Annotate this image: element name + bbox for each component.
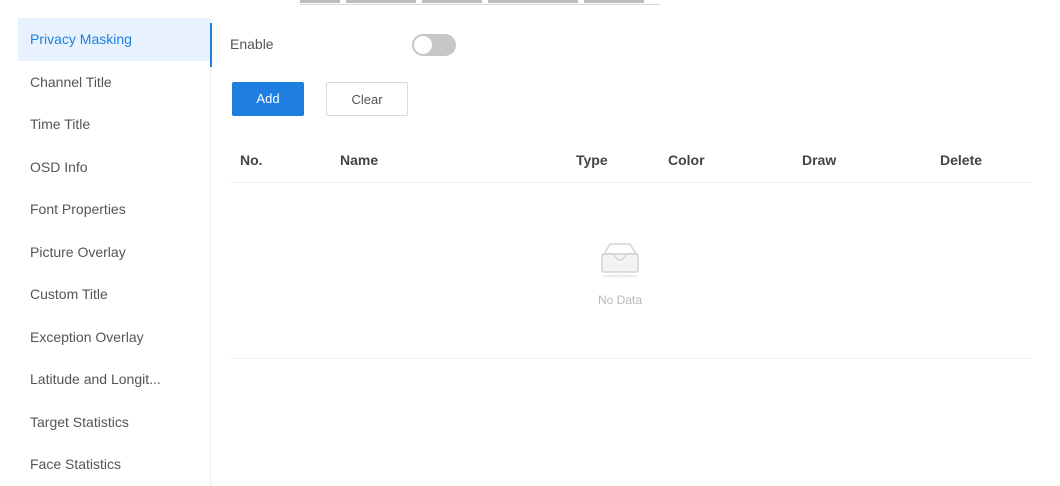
column-header-type: Type (576, 152, 608, 168)
sidebar-item-target-statistics[interactable]: Target Statistics (18, 401, 210, 444)
main-panel: Enable Add Clear No. Name Type Color Dra… (230, 18, 1040, 486)
empty-text: No Data (597, 293, 643, 307)
sidebar-item-latitude-longitude[interactable]: Latitude and Longit... (18, 358, 210, 401)
sidebar-item-font-properties[interactable]: Font Properties (18, 188, 210, 231)
active-indicator (210, 23, 212, 67)
enable-toggle[interactable] (412, 34, 456, 56)
privacy-mask-table: No. Name Type Color Draw Delete (230, 140, 1032, 183)
column-header-no: No. (240, 152, 263, 168)
sidebar-item-osd-info[interactable]: OSD Info (18, 146, 210, 189)
add-button[interactable]: Add (232, 82, 304, 116)
sidebar-item-privacy-masking[interactable]: Privacy Masking (18, 18, 210, 61)
sidebar-item-face-statistics[interactable]: Face Statistics (18, 443, 210, 486)
sidebar-item-picture-overlay[interactable]: Picture Overlay (18, 231, 210, 274)
sidebar-menu: Privacy Masking Channel Title Time Title… (18, 18, 211, 486)
empty-box-icon (601, 243, 639, 278)
column-header-draw: Draw (802, 152, 837, 168)
column-header-delete: Delete (940, 152, 983, 168)
empty-state: No Data (230, 183, 1032, 359)
column-header-color: Color (668, 152, 705, 168)
sidebar-item-custom-title[interactable]: Custom Title (18, 273, 210, 316)
enable-label: Enable (230, 36, 274, 52)
sidebar-item-exception-overlay[interactable]: Exception Overlay (18, 316, 210, 359)
clear-button[interactable]: Clear (326, 82, 408, 116)
cropped-caption (300, 0, 660, 5)
table-header: No. Name Type Color Draw Delete (230, 140, 1032, 183)
toggle-knob (414, 36, 432, 54)
sidebar-item-time-title[interactable]: Time Title (18, 103, 210, 146)
column-header-name: Name (340, 152, 379, 168)
sidebar-item-channel-title[interactable]: Channel Title (18, 61, 210, 104)
